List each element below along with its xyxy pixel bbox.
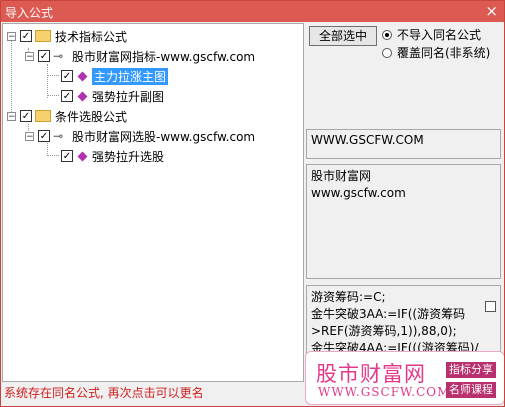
tree-node-label: 强势拉升选股 xyxy=(92,149,165,164)
tree-node-strong-rise-selection[interactable]: ✓ 强势拉升选股 xyxy=(61,148,164,164)
radio-overwrite[interactable]: 覆盖同名(非系统) xyxy=(382,44,490,61)
watermark-logo: 股市财富网 WWW.GSCFW.COM 指标分享 名师课程 xyxy=(305,351,504,405)
collapse-toggle[interactable]: − xyxy=(7,111,16,121)
status-message: 系统存在同名公式, 再次点击可以更名 xyxy=(4,386,204,400)
folder-icon xyxy=(35,30,51,42)
code-line: >REF(游资筹码,1)),88,0); xyxy=(311,324,457,338)
tree-node-label: 强势拉升副图 xyxy=(92,89,165,104)
code-line: 金牛突破3AA:=IF((游资筹码 xyxy=(311,307,466,321)
checkbox[interactable]: ✓ xyxy=(20,110,32,122)
watermark-title: 股市财富网 xyxy=(316,362,426,386)
tree-node-label: 股市财富网选股-www.gscfw.com xyxy=(72,129,256,144)
formula-icon xyxy=(77,71,88,81)
formula-icon xyxy=(77,151,88,161)
window-title: 导入公式 xyxy=(5,6,54,20)
radio-indicator[interactable] xyxy=(382,29,392,40)
formula-code-box[interactable]: 游资筹码:=C; 金牛突破3AA:=IF((游资筹码 >REF(游资筹码,1))… xyxy=(306,285,501,355)
title-bar: 导入公式 × xyxy=(1,1,504,22)
formula-tree[interactable]: − ✓ 技术指标公式 − ✓ ⊸ 股市财富网指标-www.gscfw.com ✓… xyxy=(2,23,304,382)
tree-line xyxy=(47,64,48,98)
checkbox[interactable]: ✓ xyxy=(61,150,73,162)
checkbox[interactable]: ✓ xyxy=(61,70,73,82)
key-icon: ⊸ xyxy=(53,129,64,143)
watermark-tag: 名师课程 xyxy=(446,382,496,398)
tree-node-indicator-formulas[interactable]: − ✓ 技术指标公式 xyxy=(7,28,127,44)
close-icon[interactable]: × xyxy=(485,2,498,20)
tree-node-label: 技术指标公式 xyxy=(55,29,128,44)
tree-line xyxy=(47,155,59,156)
tree-node-label: 条件选股公式 xyxy=(55,109,128,124)
collapse-toggle[interactable]: − xyxy=(25,51,34,61)
checkbox[interactable]: ✓ xyxy=(61,90,73,102)
tree-node-gscfw-indicators[interactable]: − ✓ ⊸ 股市财富网指标-www.gscfw.com xyxy=(25,48,255,64)
collapse-toggle[interactable]: − xyxy=(25,131,34,141)
tree-line xyxy=(47,95,59,96)
tree-line xyxy=(11,40,12,116)
tree-node-gscfw-selection[interactable]: − ✓ ⊸ 股市财富网选股-www.gscfw.com xyxy=(25,128,255,144)
radio-label: 覆盖同名(非系统) xyxy=(397,46,491,60)
radio-label: 不导入同名公式 xyxy=(397,28,482,42)
description-line: 股市财富网 xyxy=(311,169,372,183)
watermark-tag: 指标分享 xyxy=(446,362,496,378)
checkbox[interactable]: ✓ xyxy=(38,130,50,142)
collapse-toggle[interactable]: − xyxy=(7,31,16,41)
radio-no-import[interactable]: 不导入同名公式 xyxy=(382,26,481,43)
url-box: WWW.GSCFW.COM xyxy=(306,129,501,159)
import-formula-dialog: 导入公式 × − ✓ 技术指标公式 − ✓ ⊸ 股市财富网指标-www.gscf… xyxy=(0,0,505,407)
folder-icon xyxy=(35,110,51,122)
watermark-url: WWW.GSCFW.COM xyxy=(318,385,451,399)
description-box[interactable]: 股市财富网 www.gscfw.com xyxy=(306,164,501,279)
code-line: 游资筹码:=C; xyxy=(311,290,386,304)
tree-line xyxy=(47,75,59,76)
tree-node-label: 主力拉涨主图 xyxy=(92,67,169,85)
tree-node-main-rally-chart[interactable]: ✓ 主力拉涨主图 xyxy=(61,67,169,85)
url-text: WWW.GSCFW.COM xyxy=(311,133,424,147)
tree-node-label: 股市财富网指标-www.gscfw.com xyxy=(72,49,256,64)
description-line: www.gscfw.com xyxy=(311,186,406,200)
key-icon: ⊸ xyxy=(53,49,64,63)
tree-node-strong-rise-subchart[interactable]: ✓ 强势拉升副图 xyxy=(61,88,164,104)
select-all-button[interactable]: 全部选中 xyxy=(309,26,377,46)
radio-indicator[interactable] xyxy=(382,47,392,58)
tree-node-stock-selection-formulas[interactable]: − ✓ 条件选股公式 xyxy=(7,108,127,124)
code-checkbox[interactable] xyxy=(485,301,496,312)
checkbox[interactable]: ✓ xyxy=(20,30,32,42)
formula-icon xyxy=(77,91,88,101)
checkbox[interactable]: ✓ xyxy=(38,50,50,62)
